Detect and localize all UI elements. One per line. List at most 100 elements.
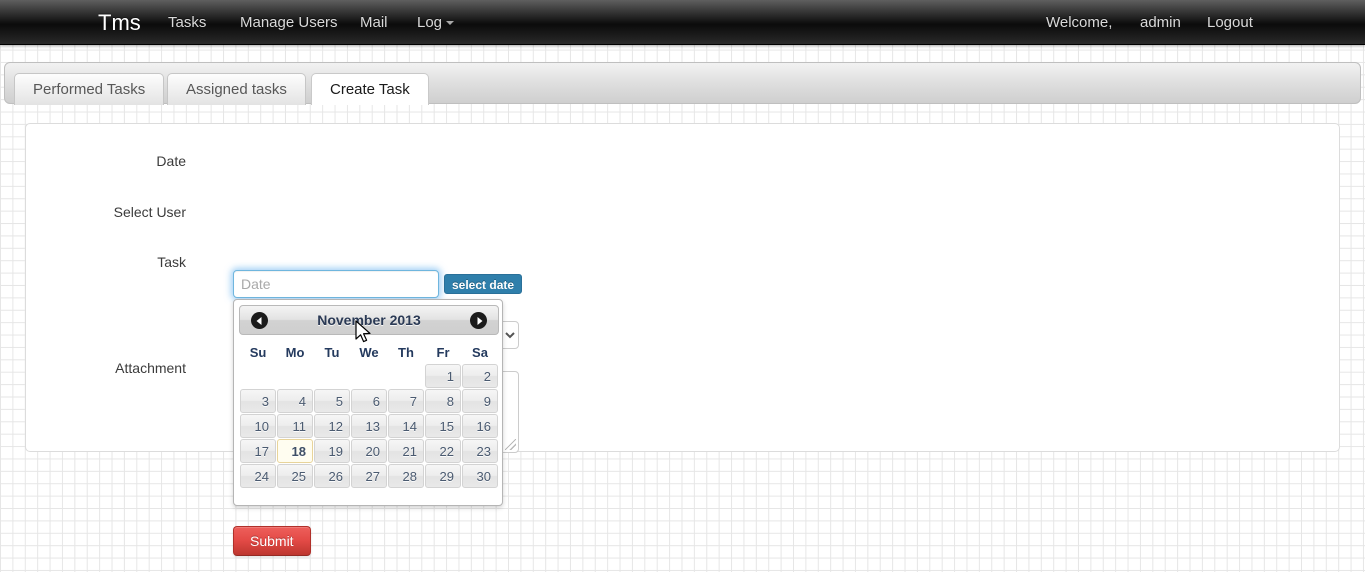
nav-link-tasks[interactable]: Tasks: [168, 0, 206, 45]
nav-admin: admin: [1140, 14, 1181, 31]
datepicker-day-20[interactable]: 20: [351, 439, 387, 463]
datepicker-cell: 14: [388, 414, 424, 438]
tab-performed-tasks[interactable]: Performed Tasks: [14, 73, 165, 105]
datepicker-cell: 19: [314, 439, 350, 463]
datepicker-cell: [240, 364, 276, 388]
weekday-mo: Mo: [285, 344, 305, 360]
datepicker-cell: 3: [240, 389, 276, 413]
datepicker-day-29[interactable]: 29: [425, 464, 461, 488]
nav-link-manage-users[interactable]: Manage Users: [240, 0, 338, 45]
datepicker-empty-cell: [277, 364, 313, 388]
nav-link-label: Log: [417, 14, 443, 31]
datepicker-cell: 1: [425, 364, 461, 388]
nav-link-mail[interactable]: Mail: [360, 0, 388, 45]
date-label: Date: [156, 153, 186, 169]
nav-link-label: Manage Users: [240, 14, 338, 31]
datepicker-cell: 23: [462, 439, 498, 463]
nav-link-log[interactable]: Log: [417, 0, 455, 45]
datepicker-empty-cell: [351, 364, 387, 388]
datepicker-empty-cell: [240, 364, 276, 388]
weekday-tu: Tu: [324, 344, 340, 360]
datepicker-cell: 2: [462, 364, 498, 388]
datepicker-day-2[interactable]: 2: [462, 364, 498, 388]
nav-link-label: Mail: [360, 14, 388, 31]
datepicker-cell: 22: [425, 439, 461, 463]
submit-button[interactable]: Submit: [233, 526, 311, 556]
datepicker-cell: 9: [462, 389, 498, 413]
datepicker-cell: 25: [277, 464, 313, 488]
weekday-sa: Sa: [472, 344, 488, 360]
tab-create-task[interactable]: Create Task: [311, 73, 429, 105]
datepicker-cell: [314, 364, 350, 388]
select-user-label: Select User: [113, 204, 186, 220]
datepicker-week-row: 3456789: [240, 389, 498, 413]
resize-grip-icon[interactable]: [505, 439, 516, 450]
datepicker-cell: 20: [351, 439, 387, 463]
attachment-label: Attachment: [115, 360, 186, 376]
datepicker-cell: 24: [240, 464, 276, 488]
datepicker-cell: 10: [240, 414, 276, 438]
datepicker-week-row: 12: [240, 364, 498, 388]
datepicker-day-23[interactable]: 23: [462, 439, 498, 463]
datepicker-cell: [388, 364, 424, 388]
datepicker-week-row: 17 18 19 20 21 22 23: [240, 439, 498, 463]
datepicker-day-15[interactable]: 15: [425, 414, 461, 438]
datepicker-day-12[interactable]: 12: [314, 414, 350, 438]
datepicker-day-27[interactable]: 27: [351, 464, 387, 488]
datepicker-day-25[interactable]: 25: [277, 464, 313, 488]
datepicker-cell: [277, 364, 313, 388]
weekday-su: Su: [249, 344, 267, 360]
weekday-th: Th: [398, 344, 414, 360]
datepicker-cell: 26: [314, 464, 350, 488]
datepicker-day-7[interactable]: 7: [388, 389, 424, 413]
nav-welcome: Welcome,: [1046, 14, 1113, 31]
datepicker-cell: 7: [388, 389, 424, 413]
datepicker-day-21[interactable]: 21: [388, 439, 424, 463]
datepicker-week-row: 24 25 26 27 28 29 30: [240, 464, 498, 488]
datepicker-day-18[interactable]: 18: [277, 439, 313, 463]
datepicker-day-16[interactable]: 16: [462, 414, 498, 438]
datepicker-popup[interactable]: November 2013 Su Mo Tu We Th Fr Sa 1 2 3 4 5 6 7 8 9 10…: [233, 299, 503, 506]
brand-logo[interactable]: Tms: [98, 0, 141, 45]
datepicker-day-10[interactable]: 10: [240, 414, 276, 438]
datepicker-weekday-row: Su Mo Tu We Th Fr Sa: [240, 341, 498, 363]
datepicker-day-22[interactable]: 22: [425, 439, 461, 463]
datepicker-next-month-button[interactable]: [470, 312, 487, 329]
datepicker-day-4[interactable]: 4: [277, 389, 313, 413]
chevron-right-icon: [477, 316, 482, 325]
datepicker-day-17[interactable]: 17: [240, 439, 276, 463]
nav-logout[interactable]: Logout: [1207, 0, 1253, 45]
datepicker-cell: 5: [314, 389, 350, 413]
datepicker-cell: 16: [462, 414, 498, 438]
datepicker-day-26[interactable]: 26: [314, 464, 350, 488]
datepicker-day-14[interactable]: 14: [388, 414, 424, 438]
datepicker-weeks: 1 2 3 4 5 6 7 8 9 10 11 12 13 14 15 16 17 18 19 20 21 22 23 24 2…: [240, 364, 498, 488]
date-input[interactable]: [233, 270, 439, 298]
datepicker-day-30[interactable]: 30: [462, 464, 498, 488]
weekday-fr: Fr: [436, 344, 450, 360]
datepicker-day-3[interactable]: 3: [240, 389, 276, 413]
datepicker-empty-cell: [314, 364, 350, 388]
datepicker-cell: 17: [240, 439, 276, 463]
datepicker-day-11[interactable]: 11: [277, 414, 313, 438]
tab-assigned-tasks[interactable]: Assigned tasks: [167, 73, 306, 105]
datepicker-cell: 21: [388, 439, 424, 463]
datepicker-day-6[interactable]: 6: [351, 389, 387, 413]
task-label: Task: [157, 254, 186, 270]
datepicker-week-row: 10 11 12 13 14 15 16: [240, 414, 498, 438]
datepicker-day-8[interactable]: 8: [425, 389, 461, 413]
datepicker-empty-cell: [388, 364, 424, 388]
datepicker-cell: 13: [351, 414, 387, 438]
datepicker-cell: 30: [462, 464, 498, 488]
datepicker-cell: 11: [277, 414, 313, 438]
tab-bar-container: Performed Tasks Assigned tasks Create Task: [4, 62, 1361, 105]
datepicker-day-19[interactable]: 19: [314, 439, 350, 463]
datepicker-day-5[interactable]: 5: [314, 389, 350, 413]
datepicker-day-13[interactable]: 13: [351, 414, 387, 438]
datepicker-day-1[interactable]: 1: [425, 364, 461, 388]
datepicker-day-28[interactable]: 28: [388, 464, 424, 488]
datepicker-day-24[interactable]: 24: [240, 464, 276, 488]
datepicker-day-9[interactable]: 9: [462, 389, 498, 413]
select-date-button[interactable]: select date: [444, 274, 523, 294]
datepicker-cell: 6: [351, 389, 387, 413]
